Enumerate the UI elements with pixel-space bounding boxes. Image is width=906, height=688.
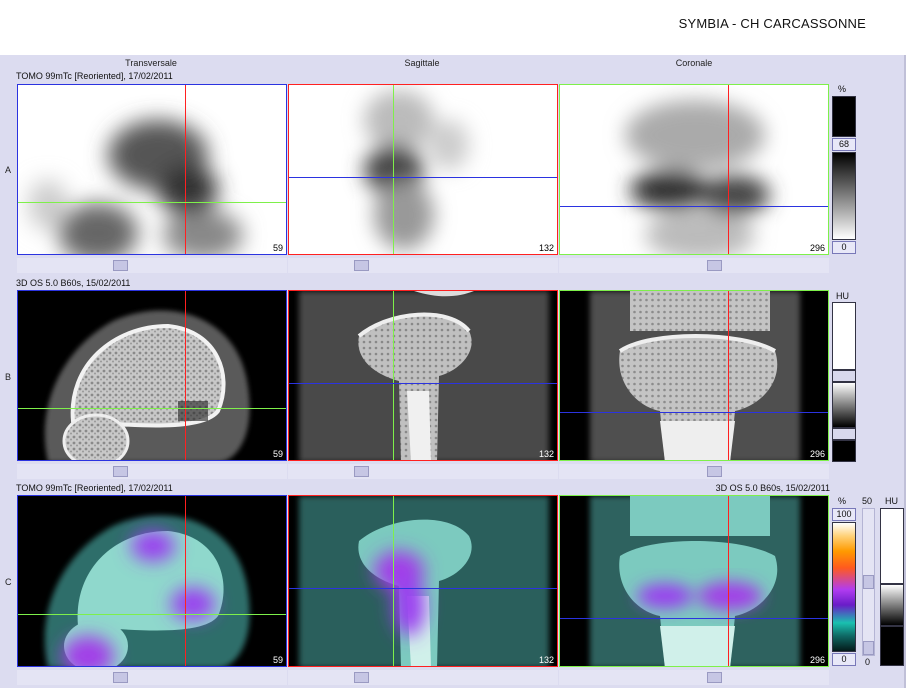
- panel-c-transversale[interactable]: 59: [17, 495, 287, 667]
- series-label-row-c-ct: 3D OS 5.0 B60s, 15/02/2011: [715, 483, 830, 493]
- slice-scrollbar-c-transversale[interactable]: [17, 670, 287, 685]
- panel-a-coronale[interactable]: 296: [559, 84, 829, 255]
- panel-a-transversale[interactable]: 59: [17, 84, 287, 255]
- blend-slider[interactable]: [862, 508, 875, 656]
- colorbar-c-max[interactable]: 100: [832, 508, 856, 521]
- colorbar-a-top: [832, 96, 856, 137]
- panel-b-transversale[interactable]: 59: [17, 290, 287, 461]
- slice-number: 59: [272, 449, 283, 459]
- colorbar-c-ct-gradient[interactable]: [880, 584, 904, 626]
- crosshair-horizontal[interactable]: [560, 412, 828, 413]
- crosshair-vertical[interactable]: [728, 85, 729, 254]
- crosshair-vertical[interactable]: [185, 291, 186, 460]
- panel-c-sagittale[interactable]: 132: [288, 495, 558, 667]
- scroll-thumb[interactable]: [113, 466, 128, 477]
- scroll-thumb[interactable]: [354, 466, 369, 477]
- slice-number: 296: [809, 655, 825, 665]
- app-title: SYMBIA - CH CARCASSONNE: [678, 16, 866, 31]
- blend-slider-min: 0: [865, 657, 871, 667]
- colorbar-b-unit: HU: [836, 291, 849, 301]
- colorbar-b-top: [832, 302, 856, 370]
- crosshair-horizontal[interactable]: [560, 618, 828, 619]
- scroll-thumb[interactable]: [354, 260, 369, 271]
- colorbar-a-value[interactable]: 68: [832, 138, 856, 151]
- blend-slider-lower-thumb[interactable]: [863, 641, 874, 655]
- panel-c-coronale[interactable]: 296: [559, 495, 829, 667]
- crosshair-horizontal[interactable]: [560, 206, 828, 207]
- panel-b-coronale[interactable]: 296: [559, 290, 829, 461]
- colorbar-b-bottom: [832, 440, 856, 462]
- crosshair-horizontal[interactable]: [289, 177, 557, 178]
- row-label-c: C: [5, 577, 12, 587]
- colorbar-c-min[interactable]: 0: [832, 653, 856, 666]
- scroll-thumb[interactable]: [707, 672, 722, 683]
- row-label-a: A: [5, 165, 12, 175]
- crosshair-horizontal[interactable]: [18, 408, 286, 409]
- crosshair-vertical[interactable]: [393, 85, 394, 254]
- ct-transversal-image: [44, 310, 250, 460]
- slice-number: 132: [538, 243, 554, 253]
- panel-a-sagittale[interactable]: 132: [288, 84, 558, 255]
- scroll-thumb[interactable]: [707, 466, 722, 477]
- colorbar-b-gradient[interactable]: [832, 382, 856, 428]
- slice-number: 296: [809, 449, 825, 459]
- row-label-b: B: [5, 372, 12, 382]
- colorbar-c-ct-top: [880, 508, 904, 584]
- slice-scrollbar-a-transversale[interactable]: [17, 258, 287, 273]
- slice-scrollbar-b-coronale[interactable]: [559, 464, 829, 479]
- colorbar-b-window-lower[interactable]: [832, 428, 856, 440]
- fusion-coronal-image: [590, 496, 800, 666]
- scroll-thumb[interactable]: [354, 672, 369, 683]
- fusion-sagittal-image: [299, 496, 549, 666]
- header-bar: SYMBIA - CH CARCASSONNE: [0, 0, 906, 55]
- crosshair-horizontal[interactable]: [289, 383, 557, 384]
- slice-number: 132: [538, 449, 554, 459]
- slice-scrollbar-c-coronale[interactable]: [559, 670, 829, 685]
- series-label-row-c: TOMO 99mTc [Reoriented], 17/02/2011: [16, 483, 173, 493]
- colorbar-c-ct-unit: HU: [885, 496, 898, 506]
- series-label-row-b: 3D OS 5.0 B60s, 15/02/2011: [16, 278, 131, 288]
- colorbar-b-window-upper[interactable]: [832, 370, 856, 382]
- slice-scrollbar-a-sagittale[interactable]: [288, 258, 558, 273]
- blend-slider-value: 50: [862, 496, 873, 506]
- slice-number: 296: [809, 243, 825, 253]
- crosshair-horizontal[interactable]: [18, 202, 286, 203]
- crosshair-vertical[interactable]: [728, 291, 729, 460]
- slice-number: 132: [538, 655, 554, 665]
- crosshair-horizontal[interactable]: [289, 588, 557, 589]
- slice-number: 59: [272, 655, 283, 665]
- scroll-thumb[interactable]: [113, 260, 128, 271]
- colorbar-c-ct-bottom: [880, 626, 904, 666]
- crosshair-vertical[interactable]: [393, 291, 394, 460]
- spect-coronal-image: [625, 100, 770, 254]
- colorbar-c-unit: %: [838, 496, 847, 506]
- column-label-coronale: Coronale: [675, 58, 713, 68]
- ct-sagittal-image: [299, 291, 549, 460]
- colorbar-a-gradient[interactable]: [832, 152, 856, 240]
- colorbar-c-fusion-gradient[interactable]: [832, 522, 856, 652]
- scroll-thumb[interactable]: [113, 672, 128, 683]
- column-label-transversale: Transversale: [125, 58, 177, 68]
- fusion-transversal-image: [44, 515, 250, 666]
- panel-b-sagittale[interactable]: 132: [288, 290, 558, 461]
- crosshair-vertical[interactable]: [728, 496, 729, 666]
- ct-coronal-image: [590, 291, 800, 460]
- slice-scrollbar-a-coronale[interactable]: [559, 258, 829, 273]
- spect-sagittal-image: [364, 90, 469, 250]
- crosshair-vertical[interactable]: [393, 496, 394, 666]
- colorbar-a-unit: %: [838, 84, 847, 94]
- slice-scrollbar-c-sagittale[interactable]: [288, 670, 558, 685]
- column-label-sagittale: Sagittale: [404, 58, 440, 68]
- series-label-row-a: TOMO 99mTc [Reoriented], 17/02/2011: [16, 71, 173, 81]
- crosshair-vertical[interactable]: [185, 496, 186, 666]
- slice-scrollbar-b-sagittale[interactable]: [288, 464, 558, 479]
- slice-scrollbar-b-transversale[interactable]: [17, 464, 287, 479]
- scroll-thumb[interactable]: [707, 260, 722, 271]
- blend-slider-thumb[interactable]: [863, 575, 874, 589]
- crosshair-vertical[interactable]: [185, 85, 186, 254]
- slice-number: 59: [272, 243, 283, 253]
- spect-transversal-image: [28, 120, 243, 254]
- crosshair-horizontal[interactable]: [18, 614, 286, 615]
- colorbar-a-min[interactable]: 0: [832, 241, 856, 254]
